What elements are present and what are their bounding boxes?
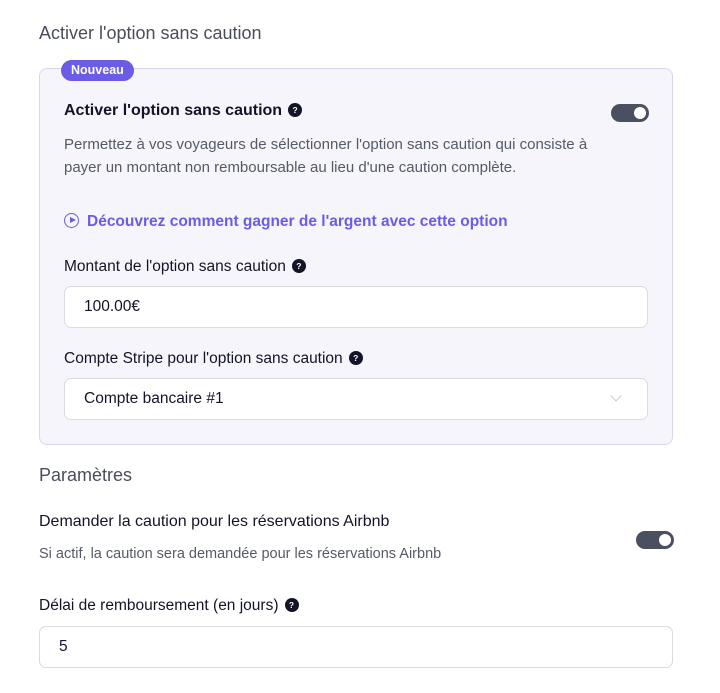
no-deposit-toggle[interactable] — [611, 104, 649, 122]
learn-more-link[interactable]: Découvrez comment gagner de l'argent ave… — [64, 213, 508, 231]
amount-label-row: Montant de l'option sans caution? — [64, 258, 306, 276]
card-title-row: Activer l'option sans caution? — [64, 102, 303, 120]
refund-delay-input[interactable]: 5 — [39, 626, 673, 668]
airbnb-deposit-toggle[interactable] — [636, 531, 674, 549]
toggle-knob — [659, 534, 671, 546]
airbnb-deposit-label: Demander la caution pour les réservation… — [39, 513, 390, 530]
stripe-account-select[interactable]: Compte bancaire #1 — [64, 378, 648, 420]
stripe-label: Compte Stripe pour l'option sans caution — [64, 350, 343, 367]
stripe-label-row: Compte Stripe pour l'option sans caution… — [64, 350, 363, 368]
amount-input[interactable]: 100.00€ — [64, 286, 648, 328]
learn-more-label[interactable]: Découvrez comment gagner de l'argent ave… — [87, 213, 508, 230]
no-deposit-card: Nouveau Activer l'option sans caution? P… — [39, 60, 673, 445]
airbnb-deposit-description: Si actif, la caution sera demandée pour … — [39, 546, 442, 562]
help-icon[interactable]: ? — [291, 259, 306, 273]
refund-delay-label-row: Délai de remboursement (en jours)? — [39, 597, 299, 615]
refund-delay-label: Délai de remboursement (en jours) — [39, 597, 279, 614]
new-badge: Nouveau — [61, 60, 134, 81]
card-description: Permettez à vos voyageurs de sélectionne… — [64, 136, 588, 176]
stripe-account-value: Compte bancaire #1 — [84, 390, 224, 407]
play-circle-icon — [64, 213, 79, 228]
toggle-knob — [634, 107, 646, 119]
amount-label: Montant de l'option sans caution — [64, 258, 286, 275]
chevron-down-icon — [610, 390, 622, 402]
section-title: Activer l'option sans caution — [39, 23, 262, 43]
params-title: Paramètres — [39, 465, 133, 485]
help-icon[interactable]: ? — [284, 598, 299, 612]
help-icon[interactable]: ? — [288, 103, 303, 117]
help-icon[interactable]: ? — [348, 351, 363, 365]
card-title: Activer l'option sans caution — [64, 102, 283, 119]
